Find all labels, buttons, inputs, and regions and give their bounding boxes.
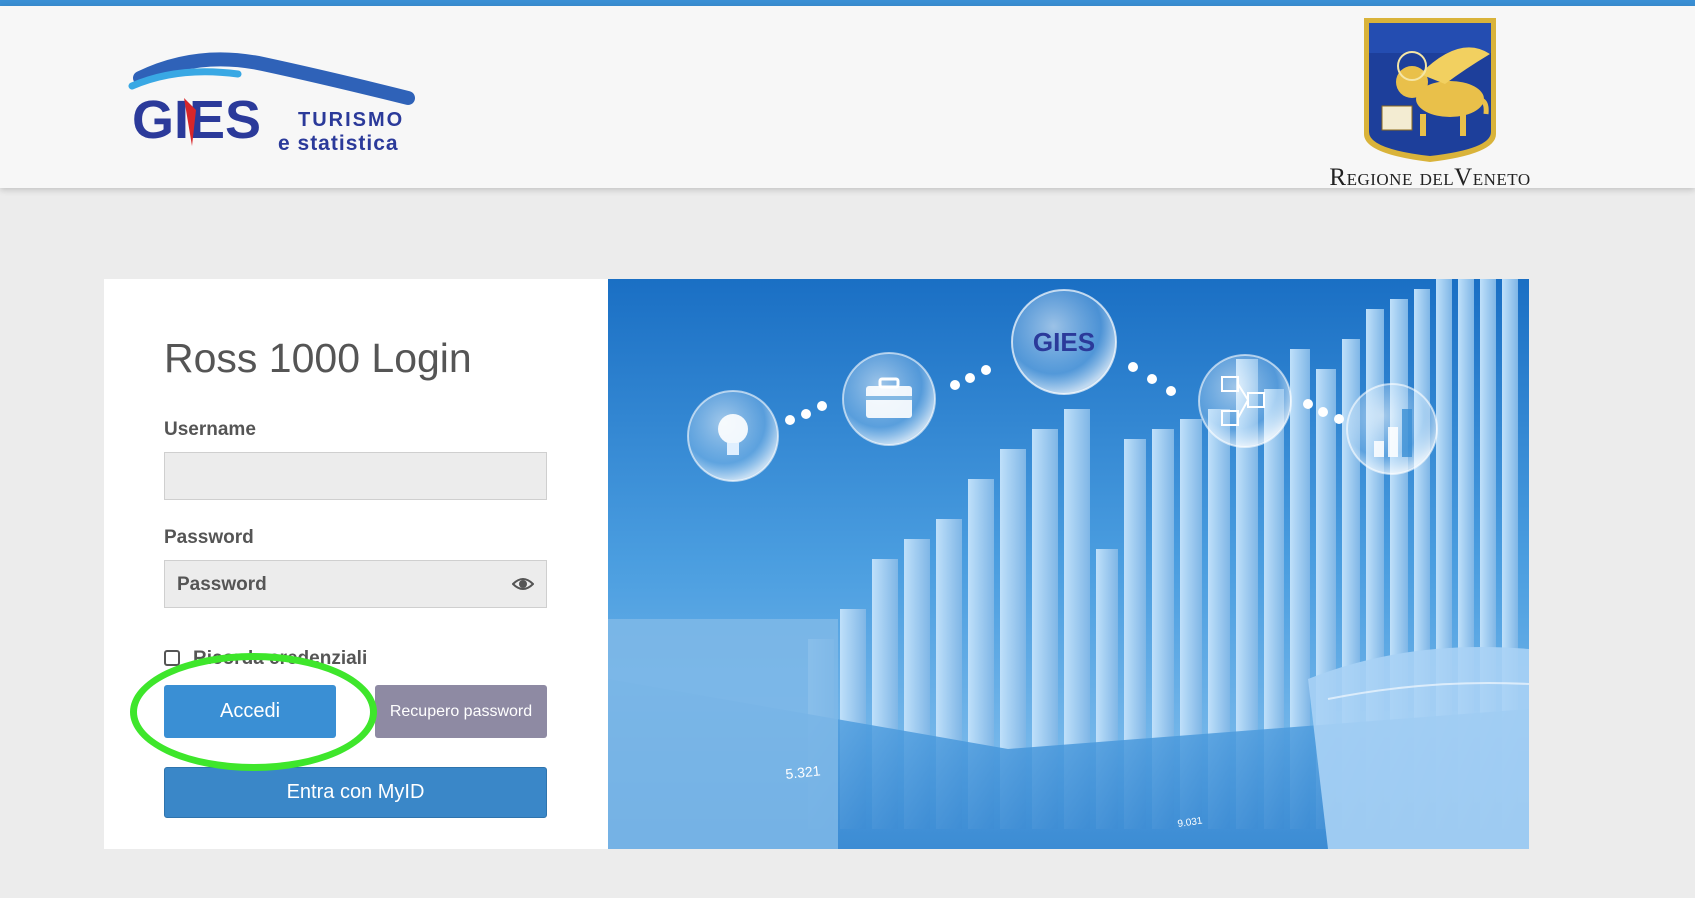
password-input[interactable]: Password [164,560,547,608]
page-title: Ross 1000 Login [164,335,472,381]
front-block [608,619,838,849]
remember-credentials-label[interactable]: Ricorda credenziali [193,648,367,670]
regione-veneto-logo[interactable]: REGIONE DELVENETO [1300,14,1560,192]
bar-chart-icon [1346,383,1438,475]
regione-connector: DEL [1419,170,1455,189]
regione-rest: EGIONE [1346,170,1413,189]
recupero-password-button[interactable]: Recupero password [375,685,547,738]
gies-bubble-logo: GIES [1011,289,1117,395]
accedi-button[interactable]: Accedi [164,685,336,738]
gies-bubble-text: GIES [1033,327,1095,357]
gies-logo-line1: TURISMO [298,109,404,131]
show-password-icon[interactable] [512,575,534,593]
login-form: Ross 1000 Login Username Password Passwo… [104,279,608,849]
pie-slice [1308,647,1529,849]
veneto-rest: ENETO [1472,170,1531,189]
password-label: Password [164,527,254,548]
regione-initial: R [1329,164,1347,191]
login-card: Ross 1000 Login Username Password Passwo… [104,279,1529,849]
remember-credentials-checkbox[interactable] [164,650,180,666]
briefcase-icon [842,352,936,446]
regione-veneto-text: REGIONE DELVENETO [1300,164,1560,192]
entra-con-myid-button[interactable]: Entra con MyID [164,767,547,818]
gies-logo-text: GIES [132,90,261,150]
gies-logo[interactable]: GIES TURISMO e statistica [128,38,458,158]
veneto-initial: V [1454,164,1473,191]
header: GIES TURISMO e statistica REGIONE DELVEN… [0,6,1695,191]
hero-image: 5.321 9.031 GIES [608,279,1529,849]
lion-crest-icon [1364,18,1496,162]
password-placeholder: Password [177,574,267,595]
lightbulb-icon [687,390,779,482]
network-icon [1198,354,1292,448]
gies-logo-line2: e statistica [278,132,399,155]
username-input[interactable] [164,452,547,500]
username-label: Username [164,419,256,440]
